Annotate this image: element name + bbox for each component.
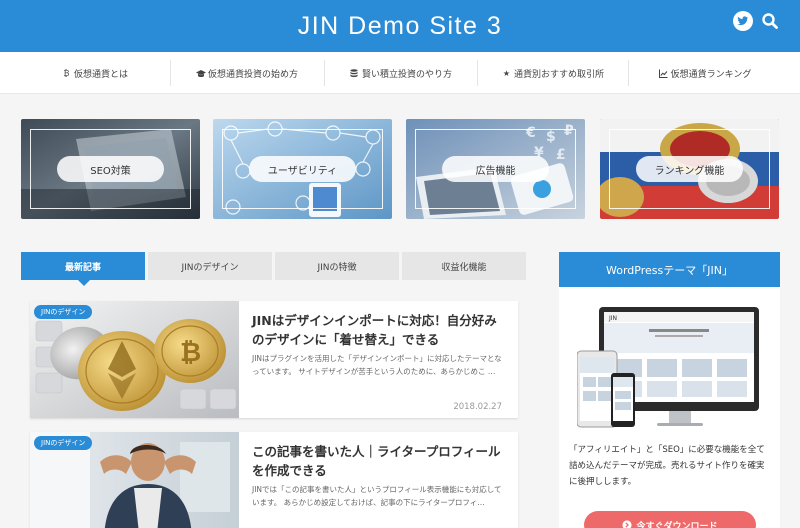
star-icon: ★ bbox=[502, 68, 511, 78]
download-button[interactable]: 今すぐダウンロード bbox=[584, 511, 756, 528]
nav-item-label: 賢い積立投資のやり方 bbox=[361, 69, 452, 80]
nav-item-label: 仮想通貨投資の始め方 bbox=[207, 69, 298, 80]
post-excerpt: JINはプラグインを活用した「デザインインポート」に対応したテーマとなっています… bbox=[252, 354, 502, 376]
nav-item-how-to-start[interactable]: 仮想通貨投資の始め方 bbox=[172, 52, 322, 94]
nav-item-ranking[interactable]: 仮想通貨ランキング bbox=[630, 52, 780, 94]
post-category-badge[interactable]: JINのデザイン bbox=[34, 305, 93, 319]
post-card[interactable]: JINのデザイン この記事を書いた人｜ライタープロフィールを作成できる JINで… bbox=[30, 432, 518, 528]
tab-latest[interactable]: 最新記事 bbox=[21, 252, 145, 280]
feature-card-seo[interactable]: SEO対策 bbox=[21, 119, 200, 219]
site-title[interactable]: JIN Demo Site 3 bbox=[0, 12, 800, 41]
arrow-circle-icon bbox=[622, 520, 633, 528]
post-date: 2018.02.27 bbox=[453, 402, 502, 412]
feature-label: ユーザビリティ bbox=[249, 156, 356, 182]
nav-divider bbox=[628, 60, 629, 86]
svg-text:₿: ₿ bbox=[180, 338, 201, 368]
tab-monetization[interactable]: 収益化機能 bbox=[402, 252, 526, 280]
nav-item-what-is-crypto[interactable]: ₿ 仮想通貨とは bbox=[20, 52, 170, 94]
nav-divider bbox=[477, 60, 478, 86]
theme-mockup-image[interactable]: JIN bbox=[577, 301, 763, 437]
nav-item-label: 仮想通貨ランキング bbox=[670, 69, 752, 80]
feature-label: 広告機能 bbox=[442, 156, 549, 182]
nav-item-label: 通貨別おすすめ取引所 bbox=[513, 69, 604, 80]
feature-card-usability[interactable]: ユーザビリティ bbox=[213, 119, 392, 219]
tab-jin-features[interactable]: JINの特徴 bbox=[275, 252, 399, 280]
chart-icon bbox=[658, 69, 668, 78]
active-tab-indicator bbox=[78, 280, 90, 286]
feature-label: ランキング機能 bbox=[636, 156, 743, 182]
mockup-brand: JIN bbox=[608, 315, 617, 322]
sidebar-widget-title: WordPressテーマ「JIN」 bbox=[559, 252, 780, 287]
global-nav: ₿ 仮想通貨とは 仮想通貨投資の始め方 賢い積立投資のやり方 ★ 通貨別おすすめ取引… bbox=[0, 52, 800, 94]
post-title[interactable]: JINはデザインインポートに対応！自分好みのデザインに「着せ替え」できる bbox=[252, 311, 508, 349]
tab-jin-design[interactable]: JINのデザイン bbox=[148, 252, 272, 280]
graduation-cap-icon bbox=[195, 69, 206, 78]
feature-card-ads[interactable]: € $ ₽ ¥ £ 広告機能 bbox=[406, 119, 585, 219]
post-card[interactable]: ₿ JINのデザイン JINはデザインインポートに対応！自分好みのデザインに「着… bbox=[30, 301, 518, 418]
nav-divider bbox=[324, 60, 325, 86]
feature-label: SEO対策 bbox=[57, 156, 164, 182]
nav-divider bbox=[170, 60, 171, 86]
twitter-icon[interactable] bbox=[733, 11, 753, 31]
sidebar-widget: JIN 「アフィリエイト」と「SEO」に必要な機能を全て詰め込んだテーマが完成。… bbox=[559, 287, 780, 528]
search-icon[interactable] bbox=[760, 11, 780, 31]
post-category-badge[interactable]: JINのデザイン bbox=[34, 436, 93, 450]
nav-item-label: 仮想通貨とは bbox=[73, 69, 128, 80]
site-header: JIN Demo Site 3 bbox=[0, 0, 800, 52]
sidebar-description: 「アフィリエイト」と「SEO」に必要な機能を全て詰め込んだテーマが完成。売れるサ… bbox=[569, 445, 765, 487]
nav-item-saving-investment[interactable]: 賢い積立投資のやり方 bbox=[326, 52, 476, 94]
bitcoin-icon: ₿ bbox=[63, 68, 70, 78]
feature-card-ranking[interactable]: ランキング機能 bbox=[600, 119, 779, 219]
database-icon bbox=[350, 68, 359, 78]
nav-item-exchanges[interactable]: ★ 通貨別おすすめ取引所 bbox=[479, 52, 627, 94]
post-title[interactable]: この記事を書いた人｜ライタープロフィールを作成できる bbox=[252, 442, 508, 480]
post-excerpt: JINでは「この記事を書いた人」というプロフィール表示機能にも対応しています。 … bbox=[252, 485, 502, 507]
download-button-label: 今すぐダウンロード bbox=[636, 521, 718, 528]
